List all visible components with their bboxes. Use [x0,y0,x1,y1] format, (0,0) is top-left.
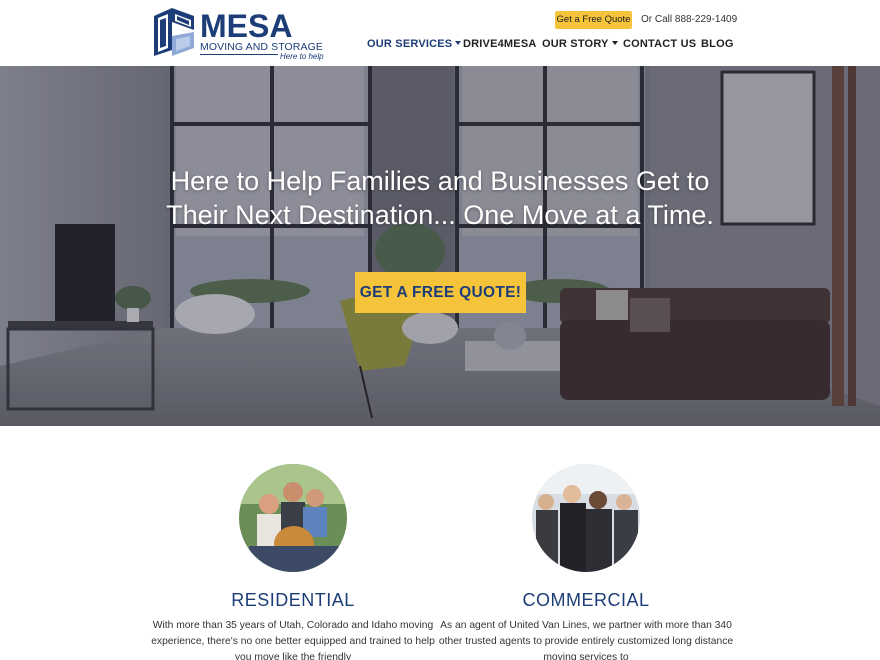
hero-overlay [0,66,880,426]
residential-service: RESIDENTIAL With more than 35 years of U… [143,464,443,660]
nav-item-label: OUR STORY [542,38,609,50]
nav-item-drive4mesa[interactable]: DRIVE4MESA [463,38,537,50]
get-free-quote-cta-button[interactable]: GET A FREE QUOTE! [355,272,526,313]
nav-item-label: CONTACT US [623,38,697,50]
nav-item-blog[interactable]: BLOG [701,38,734,50]
residential-title[interactable]: RESIDENTIAL [143,590,443,610]
commercial-business-photo[interactable] [532,464,640,572]
caret-down-icon [455,41,462,46]
residential-description: With more than 35 years of Utah, Colorad… [151,620,435,660]
stacked-boxes-logo-icon [154,8,194,56]
nav-item-our-story[interactable]: OUR STORY [542,38,618,50]
nav-item-label: OUR SERVICES [367,38,453,50]
get-free-quote-button[interactable]: Get a Free Quote [555,11,632,29]
nav-item-label: DRIVE4MESA [463,38,537,50]
mesa-logo[interactable]: MESA MOVING AND STORAGE Here to help [150,6,326,62]
caret-down-icon [611,41,618,46]
residential-family-photo[interactable] [239,464,347,572]
hero-headline: Here to Help Families and Businesses Get… [166,166,714,230]
phone-call-link[interactable]: Or Call 888-229-1409 [641,14,737,25]
logo-tagline: Here to help [278,52,326,61]
nav-item-label: BLOG [701,38,734,50]
nav-item-contact-us[interactable]: CONTACT US [623,38,696,50]
site-header: MESA MOVING AND STORAGE Here to help Get… [0,0,880,66]
nav-item-our-services[interactable]: OUR SERVICES [367,38,462,50]
hero-banner: Here to Help Families and Businesses Get… [0,66,880,426]
commercial-service: COMMERCIAL As an agent of United Van Lin… [436,464,736,660]
commercial-title[interactable]: COMMERCIAL [436,590,736,610]
commercial-description: As an agent of United Van Lines, we part… [438,620,734,660]
logo-title: MESA [200,8,293,44]
